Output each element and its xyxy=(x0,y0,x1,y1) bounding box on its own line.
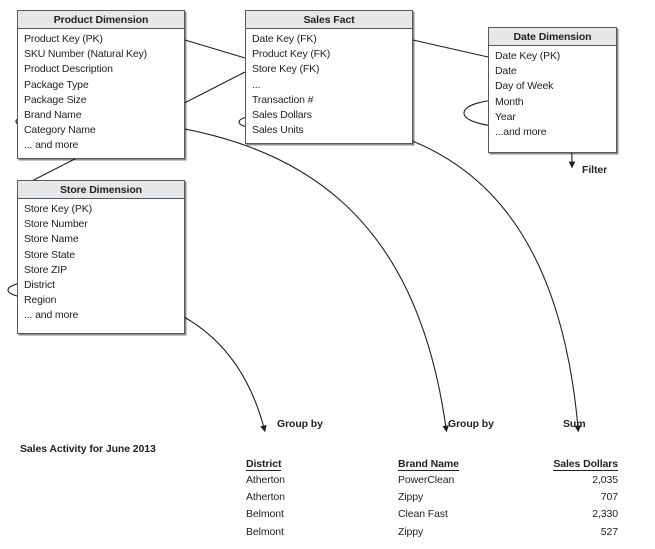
field-category-name: Category Name xyxy=(24,124,96,137)
field-store-key-fk: Store Key (FK) xyxy=(252,63,320,76)
join-line-product-to-fact xyxy=(184,39,246,59)
diagram-canvas: Product Dimension Product Key (PK) SKU N… xyxy=(0,0,655,549)
annotation-group-by-district: Group by xyxy=(277,418,323,430)
field-store-zip: Store ZIP xyxy=(24,263,67,276)
field-package-type: Package Type xyxy=(24,78,89,91)
entity-header-date-dimension: Date Dimension xyxy=(489,28,616,46)
field-district: District xyxy=(24,279,55,292)
field-product-key: Product Key (PK) xyxy=(24,33,103,45)
cell-brand: Clean Fast xyxy=(398,508,448,521)
cell-district: Atherton xyxy=(246,474,285,486)
field-store-key-pk: Store Key (PK) xyxy=(24,203,92,215)
entity-fields-store-dimension: Store Key (PK) Store Number Store Name S… xyxy=(18,199,184,326)
entity-date-dimension: Date Dimension Date Key (PK) Date Day of… xyxy=(488,27,617,153)
entity-fields-product-dimension: Product Key (PK) SKU Number (Natural Key… xyxy=(18,29,184,156)
field-product-description: Product Description xyxy=(24,63,113,76)
field-product-and-more: ... and more xyxy=(24,139,79,152)
field-store-number: Store Number xyxy=(24,218,88,231)
cell-sales: 2,330 xyxy=(592,508,618,521)
field-date-key-pk: Date Key (PK) xyxy=(495,50,561,62)
field-store-name: Store Name xyxy=(24,233,79,246)
field-month: Month xyxy=(495,95,524,108)
cell-brand: Zippy xyxy=(398,491,424,504)
table-row: Belmont Zippy 527 xyxy=(246,524,618,541)
entity-header-sales-fact: Sales Fact xyxy=(246,11,412,29)
field-package-size: Package Size xyxy=(24,93,87,106)
entity-sales-fact: Sales Fact Date Key (FK) Product Key (FK… xyxy=(245,10,413,144)
field-sales-dollars: Sales Dollars xyxy=(252,109,312,122)
cell-sales: 527 xyxy=(600,525,618,538)
field-year: Year xyxy=(495,110,516,123)
annotation-filter: Filter xyxy=(582,164,608,176)
report-caption: Sales Activity for June 2013 xyxy=(20,443,156,455)
entity-product-dimension: Product Dimension Product Key (PK) SKU N… xyxy=(17,10,185,159)
field-date-key-fk: Date Key (FK) xyxy=(252,33,317,45)
cell-brand: PowerClean xyxy=(398,474,455,486)
field-day-of-week: Day of Week xyxy=(495,80,554,93)
cell-sales: 2,035 xyxy=(592,474,618,486)
table-row: Atherton Zippy 707 xyxy=(246,489,618,506)
column-header-brand-name: Brand Name xyxy=(398,458,459,471)
cell-brand: Zippy xyxy=(398,525,424,538)
field-transaction-number: Transaction # xyxy=(252,93,314,106)
result-table: District Brand Name Sales Dollars Athert… xyxy=(246,458,618,541)
cell-district: Atherton xyxy=(246,491,285,504)
entity-fields-date-dimension: Date Key (PK) Date Day of Week Month Yea… xyxy=(489,46,616,142)
field-sales-units: Sales Units xyxy=(252,124,304,137)
field-product-key-fk: Product Key (FK) xyxy=(252,48,331,61)
field-region: Region xyxy=(24,294,57,307)
table-row: Belmont Clean Fast 2,330 xyxy=(246,506,618,523)
table-header-row: District Brand Name Sales Dollars xyxy=(246,458,618,472)
entity-store-dimension: Store Dimension Store Key (PK) Store Num… xyxy=(17,180,185,334)
column-header-sales-dollars: Sales Dollars xyxy=(553,458,618,471)
cell-district: Belmont xyxy=(246,508,284,521)
cell-sales: 707 xyxy=(600,491,618,504)
annotation-group-by-brand: Group by xyxy=(448,418,494,430)
field-sku-number: SKU Number (Natural Key) xyxy=(24,48,148,61)
column-header-district: District xyxy=(246,458,282,471)
field-fact-ellipsis: ... xyxy=(252,78,261,91)
entity-header-product-dimension: Product Dimension xyxy=(18,11,184,29)
join-line-fact-to-date xyxy=(412,39,489,58)
field-date-and-more: ...and more xyxy=(495,126,547,139)
curve-sales-dollars-to-sum xyxy=(339,121,582,433)
table-row: Atherton PowerClean 2,035 xyxy=(246,472,618,489)
entity-header-store-dimension: Store Dimension xyxy=(18,181,184,199)
cell-district: Belmont xyxy=(246,525,284,538)
entity-fields-sales-fact: Date Key (FK) Product Key (FK) Store Key… xyxy=(246,29,412,140)
field-store-state: Store State xyxy=(24,248,75,261)
field-date: Date xyxy=(495,65,517,78)
field-brand-name: Brand Name xyxy=(24,109,82,122)
annotation-sum: Sum xyxy=(563,418,586,430)
field-store-and-more: ... and more xyxy=(24,309,79,322)
